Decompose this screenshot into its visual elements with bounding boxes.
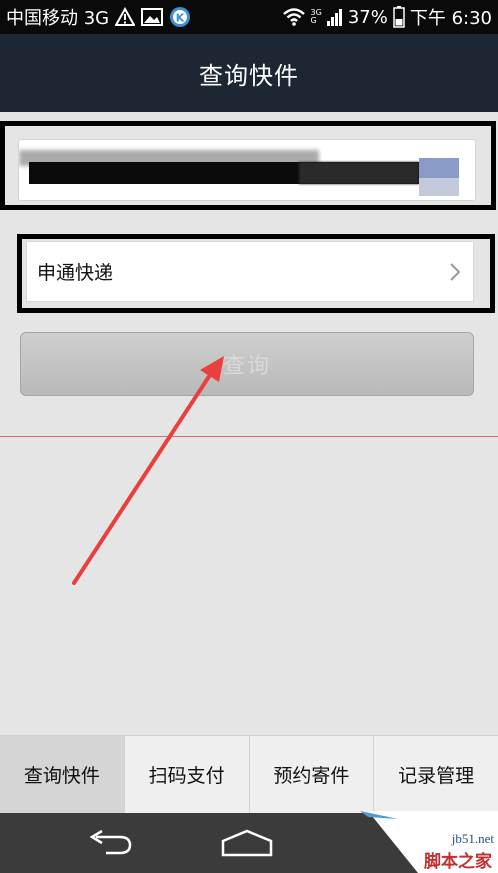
image-icon [141,7,164,27]
tab-scan-pay[interactable]: 扫码支付 [125,736,250,813]
svg-text:K: K [176,12,185,25]
wifi-icon [282,7,306,27]
bottom-tab-bar: 查询快件 扫码支付 预约寄件 记录管理 [0,735,498,813]
courier-label: 申通快递 [37,262,114,284]
system-nav-bar: jb51.net 脚本之家 [0,811,498,873]
watermark-name: 脚本之家 [424,852,492,872]
battery-icon [393,6,405,28]
k-app-icon: K [169,6,191,28]
chevron-right-icon [449,262,461,282]
tracking-number-field[interactable] [18,139,476,201]
home-icon[interactable] [221,829,273,857]
tracking-number-input[interactable] [19,140,475,200]
tab-records[interactable]: 记录管理 [374,736,498,813]
clock: 下午 6:30 [409,8,492,29]
status-bar: 中国移动 3G K 3G G 37% 下午 6:30 [0,0,498,34]
query-button[interactable]: 查询 [20,332,474,396]
carrier-label: 中国移动 3G [6,8,110,29]
alert-icon [115,7,136,27]
page-title: 查询快件 [199,61,299,90]
watermark-site: jb51.net [451,831,494,846]
network-type: 3G G [310,8,322,25]
battery-level: 37% [347,6,388,28]
signal-icon [326,8,343,26]
courier-select[interactable]: 申通快递 [26,241,474,302]
site-watermark: jb51.net 脚本之家 [358,811,498,873]
back-icon[interactable] [86,829,134,857]
title-bar: 查询快件 [0,34,498,112]
tab-query-express[interactable]: 查询快件 [0,736,125,813]
divider-line [0,436,498,437]
tab-book-shipment[interactable]: 预约寄件 [250,736,375,813]
